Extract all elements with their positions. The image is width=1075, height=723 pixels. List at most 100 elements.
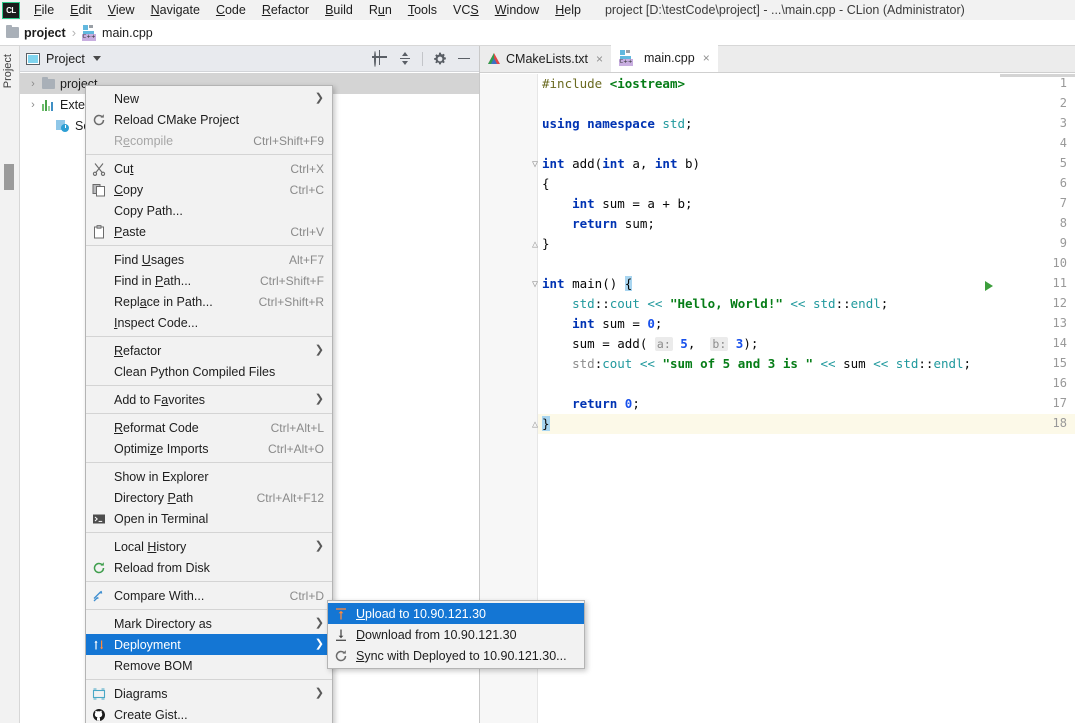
menu-item-local-history[interactable]: Local History ❯ xyxy=(86,536,332,557)
menu-window[interactable]: Window xyxy=(487,1,547,19)
menu-build[interactable]: Build xyxy=(317,1,361,19)
menu-item-create-gist[interactable]: Create Gist... xyxy=(86,704,332,723)
line-number: 12 xyxy=(1052,296,1067,310)
menu-item-remove-bom[interactable]: Remove BOM xyxy=(86,655,332,676)
blank-icon xyxy=(92,442,110,456)
menu-item-deployment[interactable]: Deployment ❯ xyxy=(86,634,332,655)
code-line-1: #include <iostream> xyxy=(542,76,685,91)
menu-item-open-in-terminal[interactable]: Open in Terminal xyxy=(86,508,332,529)
code-line-6: { xyxy=(542,176,550,191)
close-icon[interactable]: × xyxy=(596,52,603,66)
fold-marker-icon[interactable]: △ xyxy=(532,239,538,250)
menu-item-label: Compare With... xyxy=(114,588,205,603)
close-icon[interactable]: × xyxy=(703,51,710,65)
menu-tools[interactable]: Tools xyxy=(400,1,445,19)
fold-marker-icon[interactable]: △ xyxy=(532,419,538,430)
submenu-item-download[interactable]: Download from 10.90.121.30 xyxy=(328,624,584,645)
menu-code[interactable]: Code xyxy=(208,1,254,19)
strip-label-project[interactable]: Project xyxy=(2,54,14,88)
strip-scroll-handle[interactable] xyxy=(4,164,14,190)
locate-icon[interactable] xyxy=(374,50,388,67)
menu-vcs[interactable]: VCS xyxy=(445,1,487,19)
menu-item-label: Reformat Code xyxy=(114,420,199,435)
collapse-all-icon[interactable] xyxy=(398,51,412,66)
menu-item-paste[interactable]: Paste Ctrl+V xyxy=(86,221,332,242)
menu-item-mark-directory-as[interactable]: Mark Directory as ❯ xyxy=(86,613,332,634)
menu-separator xyxy=(86,336,332,337)
fold-marker-icon[interactable]: ▽ xyxy=(532,159,538,170)
menu-file[interactable]: File xyxy=(26,1,62,19)
editor-tab-bar: CMakeLists.txt × C++ main.cpp × xyxy=(480,45,1075,73)
breadcrumb-separator: › xyxy=(71,25,77,40)
submenu-item-upload[interactable]: Upload to 10.90.121.30 xyxy=(328,603,584,624)
menu-item-find-usages[interactable]: Find Usages Alt+F7 xyxy=(86,249,332,270)
menu-item-show-in-explorer[interactable]: Show in Explorer xyxy=(86,466,332,487)
breadcrumb-project[interactable]: project xyxy=(24,26,66,40)
menu-item-refactor[interactable]: Refactor ❯ xyxy=(86,340,332,361)
blank-icon xyxy=(92,204,110,218)
code-line-3: using namespace std; xyxy=(542,116,693,131)
menu-item-reload-from-disk[interactable]: Reload from Disk xyxy=(86,557,332,578)
diagram-icon xyxy=(92,687,110,701)
project-window-icon xyxy=(26,52,40,65)
twisty-icon[interactable]: › xyxy=(26,99,40,111)
breadcrumb-file[interactable]: main.cpp xyxy=(102,26,153,40)
chevron-right-icon: ❯ xyxy=(314,393,324,405)
menu-item-copy[interactable]: Copy Ctrl+C xyxy=(86,179,332,200)
menu-item-add-to-favorites[interactable]: Add to Favorites ❯ xyxy=(86,389,332,410)
folder-icon xyxy=(6,25,19,38)
menu-view[interactable]: View xyxy=(100,1,143,19)
menu-item-label: Replace in Path... xyxy=(114,294,213,309)
menu-help[interactable]: Help xyxy=(547,1,589,19)
menu-separator xyxy=(86,245,332,246)
submenu-item-label: Sync with Deployed to 10.90.121.30... xyxy=(356,648,567,663)
cmake-icon xyxy=(488,52,501,65)
submenu-item-sync[interactable]: Sync with Deployed to 10.90.121.30... xyxy=(328,645,584,666)
line-number: 5 xyxy=(1059,156,1067,170)
window-title: project [D:\testCode\project] - ...\main… xyxy=(604,3,965,17)
copy-icon xyxy=(92,183,110,197)
menu-item-cut[interactable]: Cut Ctrl+X xyxy=(86,158,332,179)
menu-item-reload-cmake-project[interactable]: Reload CMake Project xyxy=(86,109,332,130)
toolbar-divider xyxy=(422,51,423,66)
menu-run[interactable]: Run xyxy=(361,1,400,19)
gear-icon[interactable] xyxy=(433,52,447,66)
chevron-right-icon: ❯ xyxy=(314,617,324,629)
menu-item-replace-in-path[interactable]: Replace in Path... Ctrl+Shift+R xyxy=(86,291,332,312)
menu-item-reformat-code[interactable]: Reformat Code Ctrl+Alt+L xyxy=(86,417,332,438)
menu-item-compare-with[interactable]: Compare With... Ctrl+D xyxy=(86,585,332,606)
menu-separator xyxy=(86,462,332,463)
tab-main-cpp[interactable]: C++ main.cpp × xyxy=(610,45,718,72)
fold-marker-icon[interactable]: ▽ xyxy=(532,279,538,290)
menu-item-optimize-imports[interactable]: Optimize Imports Ctrl+Alt+O xyxy=(86,438,332,459)
chevron-down-icon[interactable] xyxy=(92,56,101,61)
line-number: 16 xyxy=(1052,376,1067,390)
menu-item-label: Diagrams xyxy=(114,686,168,701)
menu-item-inspect-code[interactable]: Inspect Code... xyxy=(86,312,332,333)
menu-item-diagrams[interactable]: Diagrams ❯ xyxy=(86,683,332,704)
sync-icon xyxy=(334,649,352,663)
cpp-file-icon: C++ xyxy=(618,50,634,66)
menu-navigate[interactable]: Navigate xyxy=(143,1,208,19)
hide-panel-icon[interactable] xyxy=(457,52,471,66)
scrollbar-track[interactable] xyxy=(1000,74,1075,77)
menu-refactor[interactable]: Refactor xyxy=(254,1,317,19)
menu-item-label: Find in Path... xyxy=(114,273,192,288)
menu-item-label: Add to Favorites xyxy=(114,392,206,407)
tab-cmakelists[interactable]: CMakeLists.txt × xyxy=(480,45,611,72)
menu-item-label: Remove BOM xyxy=(114,658,193,673)
menu-item-directory-path[interactable]: Directory Path Ctrl+Alt+F12 xyxy=(86,487,332,508)
menu-item-copy-path[interactable]: Copy Path... xyxy=(86,200,332,221)
menu-item-new[interactable]: New ❯ xyxy=(86,88,332,109)
menu-item-find-in-path[interactable]: Find in Path... Ctrl+Shift+F xyxy=(86,270,332,291)
menu-item-label: Copy xyxy=(114,182,144,197)
menu-item-clean-python-compiled-files[interactable]: Clean Python Compiled Files xyxy=(86,361,332,382)
menu-edit[interactable]: Edit xyxy=(62,1,100,19)
menu-item-label: Inspect Code... xyxy=(114,315,199,330)
code-line-9: } xyxy=(542,236,550,251)
menu-item-label: Recompile xyxy=(114,133,174,148)
run-icon[interactable] xyxy=(985,281,993,291)
line-number: 14 xyxy=(1052,336,1067,350)
twisty-icon[interactable]: › xyxy=(26,78,40,90)
menu-separator xyxy=(86,581,332,582)
